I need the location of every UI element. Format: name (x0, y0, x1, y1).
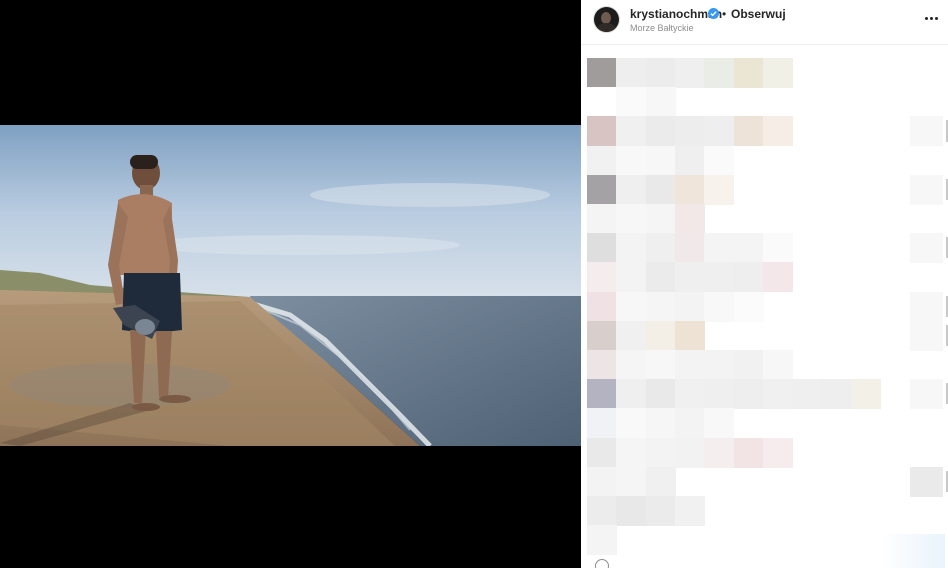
post-photo[interactable] (0, 125, 581, 446)
post-header: krystianochman • Obserwuj Morze Bałtycki… (581, 0, 948, 45)
verified-badge-icon (708, 8, 719, 19)
bottom-highlight (881, 534, 945, 568)
post-media[interactable] (0, 0, 581, 568)
comment-icon[interactable] (595, 559, 609, 568)
avatar[interactable] (594, 7, 619, 32)
beach-photo-image (0, 125, 581, 446)
more-options-icon[interactable] (925, 11, 941, 25)
location-link[interactable]: Morze Bałtyckie (630, 22, 694, 34)
separator-dot: • (722, 7, 727, 21)
comments-pixelated-area (581, 46, 948, 568)
follow-button[interactable]: Obserwuj (731, 7, 786, 22)
post-side-panel: krystianochman • Obserwuj Morze Bałtycki… (581, 0, 948, 568)
